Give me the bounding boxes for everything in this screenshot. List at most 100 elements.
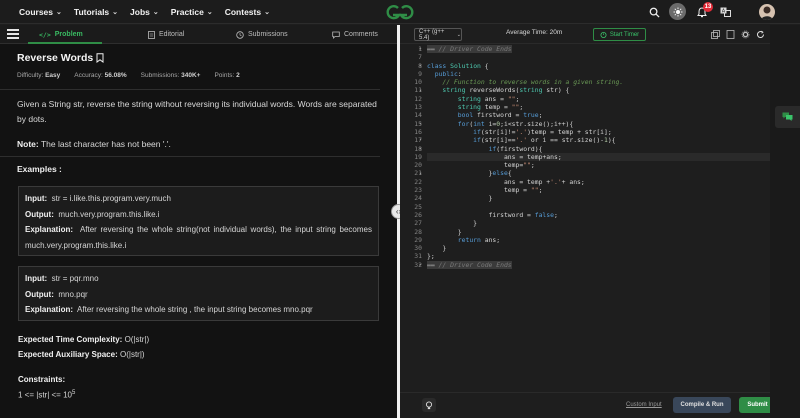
language-select[interactable]: C++ (g++ 5.4) ⌄ [414,28,462,41]
line-number: 25 [414,202,422,211]
fold-toggle-icon[interactable]: ▾ [419,136,425,144]
line-number: 20 [414,161,422,170]
fold-toggle-icon[interactable]: ▸ [419,45,425,53]
start-timer-button[interactable]: Start Timer [593,28,646,41]
code-line[interactable]: firstword = false; [427,211,623,219]
code-line[interactable]: string temp = ""; [427,103,623,111]
code-icon: </> [39,30,51,39]
code-line[interactable]: ans = temp +'.'+ ans; [427,178,623,186]
tab-comments[interactable]: Comments [332,25,378,44]
code-line[interactable]: for(int i=0;i<str.size();i++){ [427,120,623,128]
code-line[interactable]: } [427,194,623,202]
copy-icon[interactable] [711,30,720,39]
translate-icon[interactable]: A [717,4,733,20]
code-line[interactable]: if(str[i]!='.')temp = temp + str[i]; [427,128,623,136]
reset-icon[interactable] [756,30,765,39]
problem-title: Reverse Words [17,52,381,64]
fold-toggle-icon[interactable]: ▾ [419,120,425,128]
code-line[interactable]: } [427,244,623,252]
fold-toggle-icon[interactable]: ▾ [419,62,425,70]
code-line[interactable]: class Solution { [427,62,623,70]
line-number: 28 [414,227,422,236]
theme-toggle-icon[interactable] [669,3,686,20]
code-line[interactable]: }else{ [427,169,623,177]
code-line[interactable]: if(str[i]=='.' or i == str.size()-1){ [427,136,623,144]
tab-submissions[interactable]: Submissions [236,25,288,44]
code-line[interactable]: return ans; [427,236,623,244]
code-line[interactable]: string reverseWords(string str) { [427,86,623,94]
code-line[interactable] [427,53,623,61]
nav-jobs[interactable]: Jobs ⌄ [130,7,159,17]
chevron-down-icon: ⌄ [152,8,159,16]
chevron-down-icon: ⌄ [456,31,461,38]
nav-courses[interactable]: Courses ⌄ [19,7,62,17]
code-line[interactable]: // Function to reverse words in a given … [427,78,623,86]
nav-tutorials[interactable]: Tutorials ⌄ [74,7,118,17]
points-value: 2 [236,72,240,79]
code-line[interactable]: if(firstword){ [427,145,623,153]
code-editor[interactable]: 1 ▸ 7 8 ▾ 9 10 11 ▾ 12 13 14 15 ▾ 16 17 ▾ 18 ▾ 19 20 21 ▾ 22 23 2… [400,45,770,390]
nav-contests[interactable]: Contests ⌄ [225,7,270,17]
examples-heading: Examples : [17,164,62,174]
fold-toggle-icon[interactable]: ▾ [419,170,425,178]
line-number: 22 [414,177,422,186]
gfg-logo-icon[interactable] [383,2,417,22]
divider [0,89,380,90]
line-number: 9 [418,69,422,78]
submissions-value: 340K+ [181,72,201,79]
chevron-down-icon: ⌄ [112,8,119,16]
code-line[interactable]: }; [427,252,623,260]
line-number: 13 [414,103,422,112]
line-number: 23 [414,186,422,195]
code-line[interactable] [427,203,623,211]
code-line[interactable]: ▬▬ // Driver Code Ends [427,260,623,269]
timer-icon [600,32,607,38]
difficulty-value: Easy [45,72,61,79]
code-line[interactable]: temp=""; [427,161,623,169]
fold-toggle-icon[interactable]: ▾ [419,145,425,153]
bookmark-icon[interactable] [96,53,104,63]
lightbulb-icon[interactable] [422,398,436,412]
compile-run-button[interactable]: Compile & Run [673,397,731,413]
code-line[interactable]: } [427,228,623,236]
document-icon [148,30,155,39]
code-line[interactable]: string ans = ""; [427,95,623,103]
tab-editorial[interactable]: Editorial [148,25,184,44]
line-number: 26 [414,210,422,219]
gear-icon[interactable] [741,30,750,39]
code-line[interactable]: bool firstword = true; [427,111,623,119]
code-content[interactable]: ▬▬ // Driver Code Ends class Solution { … [427,45,623,269]
right-rail [770,25,800,418]
chat-icon[interactable] [775,106,800,128]
line-number: 30 [414,244,422,253]
chevron-down-icon: ⌄ [206,8,213,16]
code-line[interactable]: public: [427,70,623,78]
svg-text:A: A [721,9,725,15]
file-icon[interactable] [726,30,735,39]
line-number: 12 [414,94,422,103]
active-tab-indicator [28,42,102,44]
code-line[interactable]: } [427,219,623,227]
menu-icon[interactable] [7,29,19,39]
fold-toggle-icon[interactable]: ▸ [419,261,425,269]
problem-tabs: </> Problem Editorial Submissions Commen… [0,25,397,44]
average-time: Average Time: 20m [506,29,563,36]
divider [0,156,380,157]
clock-icon [236,30,244,39]
code-line[interactable]: temp = ""; [427,186,623,194]
fold-toggle-icon[interactable]: ▾ [419,87,425,95]
editor-footer: Custom Input Compile & Run Submit [400,392,776,418]
time-complexity: Expected Time Complexity: O(|str|) [18,335,150,344]
comment-icon [332,31,340,39]
line-number: 27 [414,219,422,228]
line-number: 31 [414,252,422,261]
custom-input-link[interactable]: Custom Input [626,402,662,408]
line-number: 29 [414,235,422,244]
search-icon[interactable] [646,4,662,20]
avatar[interactable] [759,4,775,20]
problem-panel: </> Problem Editorial Submissions Commen… [0,25,397,418]
code-line[interactable]: ans = temp+ans; [427,153,623,161]
code-line[interactable]: ▬▬ // Driver Code Ends [427,45,623,53]
editor-toolbar: C++ (g++ 5.4) ⌄ Average Time: 20m Start T… [400,25,770,44]
nav-practice[interactable]: Practice ⌄ [171,7,213,17]
